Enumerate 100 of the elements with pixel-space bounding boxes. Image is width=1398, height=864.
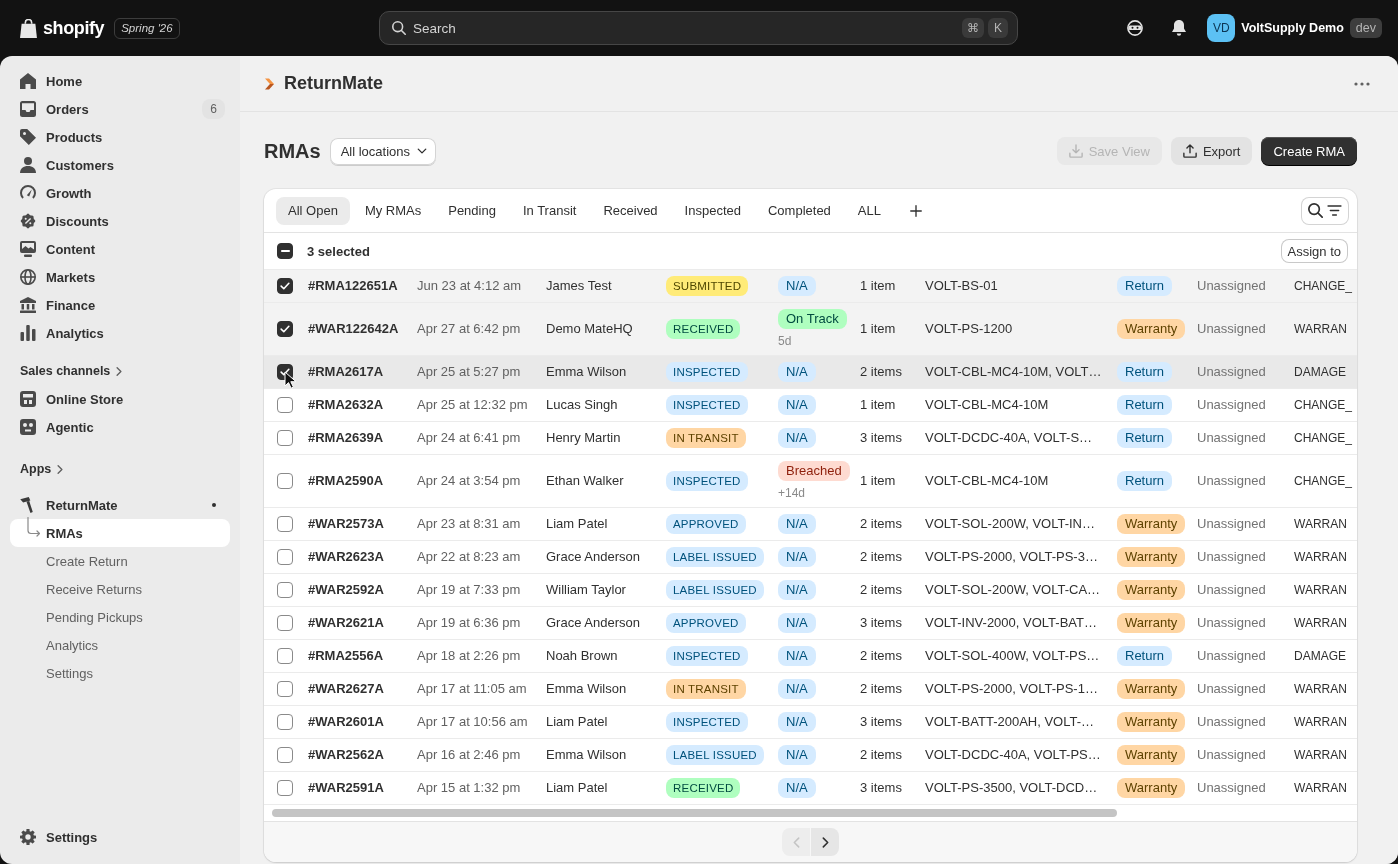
filter-tab[interactable]: Received bbox=[591, 196, 670, 225]
row-checkbox[interactable] bbox=[277, 430, 293, 446]
ellipsis-icon[interactable] bbox=[1354, 81, 1370, 86]
subnav-item[interactable]: Settings bbox=[10, 659, 230, 687]
location-dropdown[interactable]: All locations bbox=[329, 137, 437, 165]
nav-item[interactable]: Online Store bbox=[10, 385, 230, 413]
table-row[interactable]: #WAR2627A Apr 17 at 11:05 am Emma Wilson IN TRANSIT N/A 2 items VOLT-PS-2000, VOLT-PS-1… Warranty Unassigned WARRAN bbox=[264, 672, 1357, 705]
subnav-item[interactable]: Create Return bbox=[10, 547, 230, 575]
nav-item[interactable]: Analytics bbox=[10, 319, 230, 347]
filter-tab[interactable]: My RMAs bbox=[352, 196, 434, 225]
rma-number: #RMA2556A bbox=[308, 648, 384, 664]
row-checkbox[interactable] bbox=[277, 615, 293, 631]
row-checkbox[interactable] bbox=[277, 747, 293, 763]
plus-icon[interactable] bbox=[910, 204, 922, 217]
nav-item[interactable]: Products bbox=[10, 123, 230, 151]
section-link[interactable]: Sales channels bbox=[10, 357, 133, 385]
subnav-item[interactable]: Receive Returns bbox=[10, 575, 230, 603]
sku-list: VOLT-PS-1200 bbox=[925, 321, 1013, 337]
row-checkbox[interactable] bbox=[277, 681, 293, 697]
type-badge: Return bbox=[1117, 471, 1173, 491]
type-badge: Warranty bbox=[1117, 679, 1186, 699]
table-cell: WARRAN bbox=[1294, 549, 1347, 565]
row-checkbox[interactable] bbox=[277, 278, 293, 294]
table-row[interactable]: #WAR2573A Apr 23 at 8:31 am Liam Patel APPROVED N/A 2 items VOLT-SOL-200W, VOLT-IN… Warranty Unassigned WARRAN bbox=[264, 507, 1357, 540]
search-input[interactable]: Search bbox=[413, 18, 955, 38]
select-all-checkbox[interactable] bbox=[277, 243, 293, 259]
type-badge: Warranty bbox=[1117, 580, 1186, 600]
masked-face-icon[interactable] bbox=[1127, 20, 1144, 36]
row-checkbox[interactable] bbox=[277, 397, 293, 413]
page-title: RMAs bbox=[264, 139, 321, 163]
store-name[interactable]: VoltSupply Demo bbox=[1241, 21, 1344, 35]
table-row[interactable]: #WAR2601A Apr 17 at 10:56 am Liam Patel INSPECTED N/A 3 items VOLT-BATT-200AH, VOLT-… Warranty Unassigned WARRAN bbox=[264, 705, 1357, 738]
row-checkbox[interactable] bbox=[277, 473, 293, 489]
filter-tab[interactable]: ALL bbox=[845, 196, 893, 225]
item-count: 2 items bbox=[860, 582, 902, 598]
nav-item[interactable]: Markets bbox=[10, 263, 230, 291]
filter-tab[interactable]: Completed bbox=[756, 196, 843, 225]
table-row[interactable]: #WAR2623A Apr 22 at 8:23 am Grace Anderson LABEL ISSUED N/A 2 items VOLT-PS-2000, VOLT-PS-3… Warranty Unassigned WARRAN bbox=[264, 540, 1357, 573]
next-page-button[interactable] bbox=[811, 828, 839, 856]
row-checkbox[interactable] bbox=[277, 321, 293, 337]
nav-item[interactable]: Discounts bbox=[10, 207, 230, 235]
nav-item[interactable]: Settings bbox=[10, 823, 230, 851]
assignee: Unassigned bbox=[1197, 473, 1266, 489]
row-checkbox[interactable] bbox=[277, 780, 293, 796]
filter-tab[interactable]: Pending bbox=[436, 196, 508, 225]
table-row[interactable]: #WAR2621A Apr 19 at 6:36 pm Grace Anderson APPROVED N/A 3 items VOLT-INV-2000, VOLT-BAT… Warranty Unassigned WARRAN bbox=[264, 606, 1357, 639]
sku-list: VOLT-DCDC-40A, VOLT-S… bbox=[925, 430, 1093, 446]
row-checkbox[interactable] bbox=[277, 648, 293, 664]
type-badge: Warranty bbox=[1117, 547, 1186, 567]
status-badge: APPROVED bbox=[666, 514, 746, 534]
table-row[interactable]: #WAR2591A Apr 15 at 1:32 pm Liam Patel RECEIVED N/A 3 items VOLT-PS-3500, VOLT-DCD… Warranty Unassigned WARRAN bbox=[264, 771, 1357, 804]
customer-name: Demo MateHQ bbox=[546, 321, 633, 337]
row-checkbox[interactable] bbox=[277, 516, 293, 532]
bell-icon[interactable] bbox=[1171, 20, 1188, 36]
row-checkbox[interactable] bbox=[277, 549, 293, 565]
action-button[interactable]: Create RMA bbox=[1261, 137, 1357, 165]
row-checkbox[interactable] bbox=[277, 714, 293, 730]
nav-item[interactable]: Finance bbox=[10, 291, 230, 319]
sla-badge: N/A bbox=[778, 514, 816, 534]
assign-button[interactable]: Assign to bbox=[1280, 239, 1348, 263]
sla-badge: N/A bbox=[778, 646, 816, 666]
customer-name: Henry Martin bbox=[546, 430, 621, 446]
avatar[interactable]: VD bbox=[1207, 14, 1236, 42]
type-badge: Warranty bbox=[1117, 712, 1186, 732]
tree-branch-icon bbox=[27, 517, 40, 537]
table-row[interactable]: #WAR2592A Apr 19 at 7:33 pm William Taylor LABEL ISSUED N/A 2 items VOLT-SOL-200W, VOLT-CA… Warranty Unassigned WARRAN bbox=[264, 573, 1357, 606]
nav-item[interactable]: ReturnMate bbox=[10, 491, 230, 519]
subnav-item[interactable]: Analytics bbox=[10, 631, 230, 659]
table-row[interactable]: #RMA2639A Apr 24 at 6:41 pm Henry Martin IN TRANSIT N/A 3 items VOLT-DCDC-40A, VOLT-S… Return Unassigned CHANGE_ bbox=[264, 421, 1357, 454]
table-row[interactable]: #RMA2617A Apr 25 at 5:27 pm Emma Wilson INSPECTED N/A 2 items VOLT-CBL-MC4-10M, VOLT… Return Unassigned DAMAGE bbox=[264, 355, 1357, 388]
table-row[interactable]: #RMA2556A Apr 18 at 2:26 pm Noah Brown INSPECTED N/A 2 items VOLT-SOL-400W, VOLT-PS… Return Unassigned DAMAGE bbox=[264, 639, 1357, 672]
row-checkbox[interactable] bbox=[277, 582, 293, 598]
created-date: Apr 15 at 1:32 pm bbox=[417, 780, 521, 796]
nav-item[interactable]: Orders 6 bbox=[10, 95, 230, 123]
table-cell: WARRAN bbox=[1294, 516, 1347, 532]
nav-item[interactable]: Content bbox=[10, 235, 230, 263]
nav-item[interactable]: Customers bbox=[10, 151, 230, 179]
filter-tab[interactable]: Inspected bbox=[672, 196, 753, 225]
table-row[interactable]: #RMA2632A Apr 25 at 12:32 pm Lucas Singh INSPECTED N/A 1 item VOLT-CBL-MC4-10M Return Unassigned CHANGE_ bbox=[264, 388, 1357, 421]
rma-number: #RMA2617A bbox=[308, 364, 384, 380]
table-row[interactable]: #RMA122651A Jun 23 at 4:12 am James Test SUBMITTED N/A 1 item VOLT-BS-01 Return Unassigned CHANGE_ bbox=[264, 269, 1357, 302]
section-link[interactable]: Apps bbox=[10, 455, 74, 483]
status-badge: RECEIVED bbox=[666, 319, 741, 339]
nav-item[interactable]: Agentic bbox=[10, 413, 230, 441]
table-row[interactable]: #WAR122642A Apr 27 at 6:42 pm Demo MateHQ RECEIVED On Track 5d 1 item VOLT-PS-1200 Warranty Unassigned WARRAN bbox=[264, 302, 1357, 355]
filter-tab[interactable]: All Open bbox=[276, 196, 350, 225]
subnav-item[interactable]: RMAs bbox=[10, 519, 230, 547]
filter-tab[interactable]: In Transit bbox=[510, 196, 589, 225]
action-button[interactable]: Export bbox=[1170, 137, 1253, 165]
horizontal-scrollbar[interactable] bbox=[272, 809, 1117, 817]
nav-item[interactable]: Growth bbox=[10, 179, 230, 207]
subnav-item[interactable]: Pending Pickups bbox=[10, 603, 230, 631]
gauge-icon bbox=[20, 185, 36, 201]
storefront-icon bbox=[20, 391, 36, 407]
assignee: Unassigned bbox=[1197, 364, 1266, 380]
search-bar[interactable]: Search ⌘ K bbox=[379, 11, 1018, 45]
table-row[interactable]: #WAR2562A Apr 16 at 2:46 pm Emma Wilson LABEL ISSUED N/A 2 items VOLT-DCDC-40A, VOLT-PS… Warranty Unassigned WARRAN bbox=[264, 738, 1357, 771]
nav-item[interactable]: Home bbox=[10, 67, 230, 95]
search-filter-button[interactable] bbox=[1301, 196, 1349, 225]
table-row[interactable]: #RMA2590A Apr 24 at 3:54 pm Ethan Walker INSPECTED Breached +14d 1 item VOLT-CBL-MC4-10M Return Unassigned CHANGE_ bbox=[264, 454, 1357, 507]
